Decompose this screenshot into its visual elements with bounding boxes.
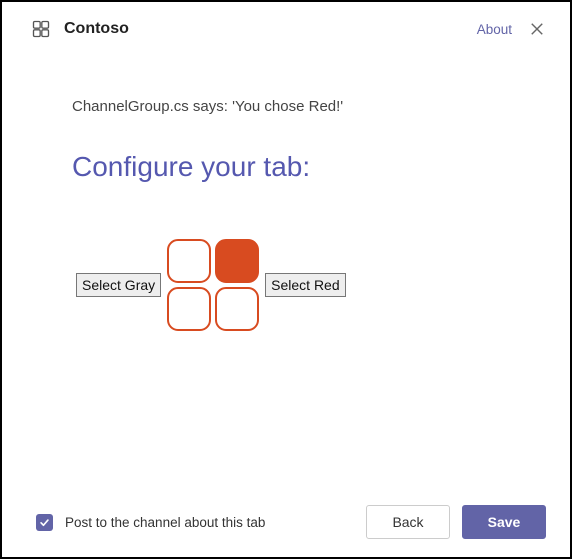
tile-bottom-right	[215, 287, 259, 331]
dialog-header: Contoso About	[2, 2, 570, 48]
post-checkbox[interactable]	[36, 514, 53, 531]
back-button[interactable]: Back	[366, 505, 450, 539]
post-checkbox-label: Post to the channel about this tab	[65, 515, 354, 530]
dialog-footer: Post to the channel about this tab Back …	[2, 491, 570, 557]
app-icon	[30, 18, 52, 40]
tile-grid	[167, 239, 259, 331]
save-button[interactable]: Save	[462, 505, 546, 539]
tile-top-left	[167, 239, 211, 283]
close-icon	[530, 22, 544, 36]
status-message: ChannelGroup.cs says: 'You chose Red!'	[72, 98, 540, 115]
tile-bottom-left	[167, 287, 211, 331]
configure-heading: Configure your tab:	[72, 151, 540, 183]
checkmark-icon	[39, 517, 50, 528]
select-red-button[interactable]: Select Red	[265, 273, 345, 297]
color-selector-row: Select Gray Select Red	[76, 239, 540, 331]
app-name: Contoso	[64, 20, 129, 38]
dialog-content: ChannelGroup.cs says: 'You chose Red!' C…	[2, 48, 570, 491]
tile-top-right	[215, 239, 259, 283]
select-gray-button[interactable]: Select Gray	[76, 273, 161, 297]
close-button[interactable]	[528, 20, 546, 38]
about-link[interactable]: About	[477, 22, 512, 37]
